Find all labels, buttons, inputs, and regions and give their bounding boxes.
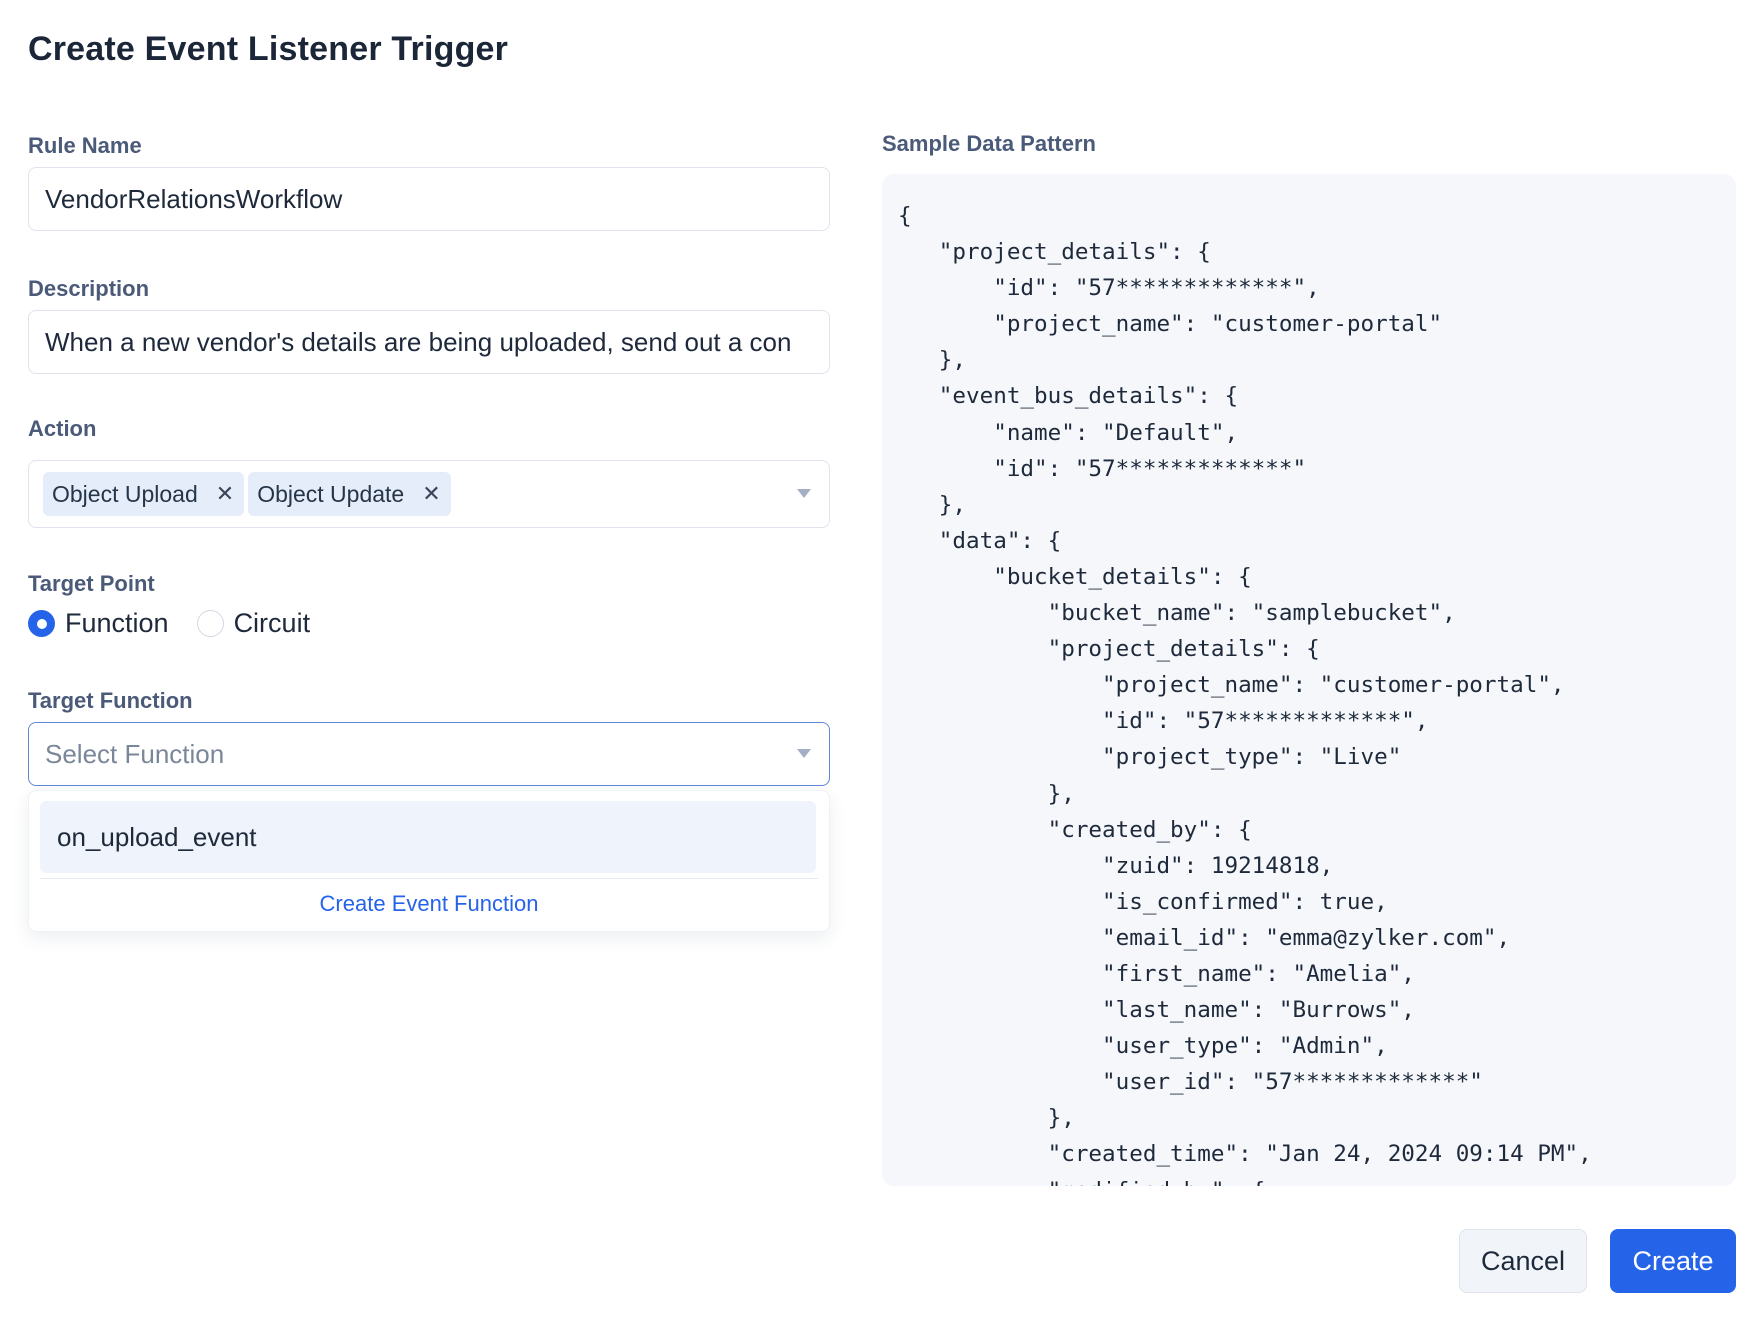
target-function-label: Target Function: [28, 688, 193, 713]
target-function-select[interactable]: Select Function: [28, 722, 830, 786]
radio-unchecked-icon[interactable]: [196, 610, 224, 637]
radio-label-circuit: Circuit: [233, 608, 311, 638]
create-trigger-dialog: Create Event Listener Trigger Rule Name …: [0, 0, 1756, 1326]
create-button[interactable]: Create: [1610, 1229, 1736, 1293]
rule-name-label: Rule Name: [28, 133, 142, 158]
radio-option-function[interactable]: Function: [28, 608, 169, 639]
target-point-radio-group: Function Circuit: [28, 608, 338, 639]
rule-name-input[interactable]: VendorRelationsWorkflow: [28, 167, 830, 231]
description-label: Description: [28, 276, 150, 301]
rule-name-value: VendorRelationsWorkflow: [45, 183, 343, 214]
chevron-down-icon[interactable]: [797, 489, 811, 498]
chip-label: Object Upload: [52, 480, 198, 507]
radio-option-circuit[interactable]: Circuit: [196, 608, 311, 639]
radio-label-function: Function: [65, 608, 169, 638]
close-icon[interactable]: ✕: [216, 483, 234, 505]
select-placeholder: Select Function: [45, 738, 225, 769]
action-label: Action: [28, 416, 97, 441]
description-input[interactable]: When a new vendor's details are being up…: [28, 310, 830, 374]
sample-data-label: Sample Data Pattern: [882, 131, 1096, 156]
sample-data-code: { "project_details": { "id": "57********…: [898, 203, 1592, 1186]
chip-label: Object Update: [257, 480, 405, 507]
action-chip-object-update: Object Update ✕: [248, 472, 451, 516]
action-chip-object-upload: Object Upload ✕: [43, 472, 245, 516]
description-value: When a new vendor's details are being up…: [45, 326, 792, 357]
radio-checked-icon[interactable]: [28, 610, 55, 637]
action-multiselect[interactable]: Object Upload ✕ Object Update ✕: [28, 460, 830, 528]
sample-data-code-panel[interactable]: { "project_details": { "id": "57********…: [882, 174, 1736, 1186]
cancel-button[interactable]: Cancel: [1459, 1229, 1587, 1293]
dialog-title: Create Event Listener Trigger: [28, 30, 509, 68]
chevron-down-icon[interactable]: [797, 749, 811, 758]
create-event-function-link[interactable]: Create Event Function: [29, 891, 829, 917]
dropdown-divider: [40, 878, 818, 879]
close-icon[interactable]: ✕: [422, 483, 440, 505]
target-point-label: Target Point: [28, 571, 155, 596]
dropdown-option-on-upload-event[interactable]: on_upload_event: [40, 801, 816, 873]
function-dropdown-menu: on_upload_event Create Event Function: [28, 790, 830, 932]
